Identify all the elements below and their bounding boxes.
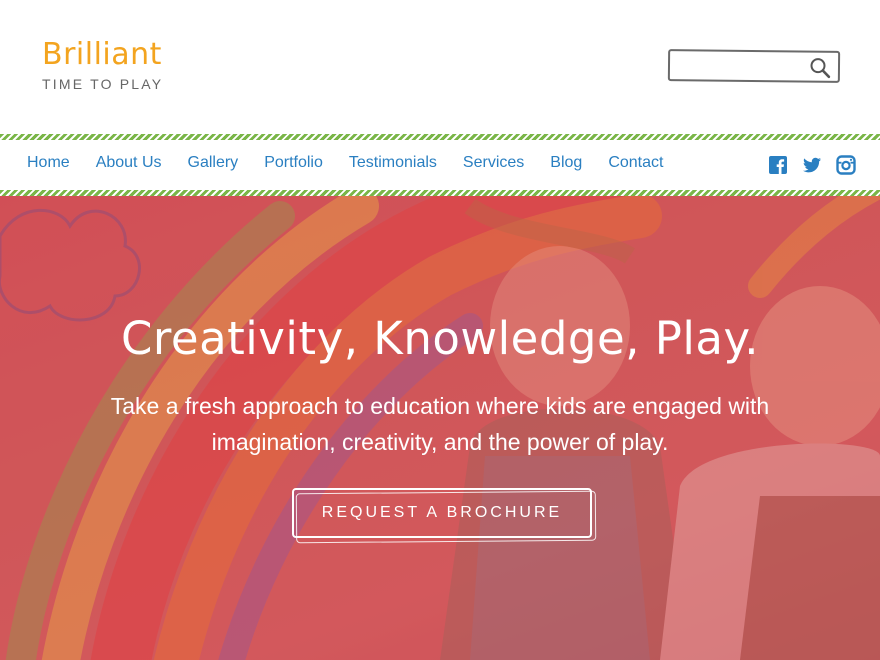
nav-item-testimonials[interactable]: Testimonials <box>349 154 437 172</box>
twitter-icon[interactable] <box>802 155 822 175</box>
hero-banner: Creativity, Knowledge, Play. Take a fres… <box>0 196 880 660</box>
search-input[interactable] <box>675 55 807 79</box>
facebook-icon[interactable] <box>768 155 788 175</box>
nav-item-portfolio[interactable]: Portfolio <box>264 154 323 172</box>
hero-subtitle: Take a fresh approach to education where… <box>110 393 770 455</box>
site-header: Brilliant TIME TO PLAY <box>0 0 880 134</box>
nav-item-blog[interactable]: Blog <box>550 154 582 172</box>
nav-item-contact[interactable]: Contact <box>608 154 663 172</box>
nav-divider-top <box>0 134 880 140</box>
logo-title: Brilliant <box>42 37 162 72</box>
search-icon[interactable] <box>808 56 832 80</box>
request-brochure-label: REQUEST A BROCHURE <box>321 504 563 521</box>
nav-item-about-us[interactable]: About Us <box>96 154 162 172</box>
search-box <box>667 49 841 83</box>
hero-title: Creativity, Knowledge, Play. <box>120 312 760 365</box>
nav-item-home[interactable]: Home <box>27 154 70 172</box>
site-logo[interactable]: Brilliant TIME TO PLAY <box>42 37 164 93</box>
logo-tagline: TIME TO PLAY <box>42 76 164 92</box>
nav-item-gallery[interactable]: Gallery <box>188 154 239 172</box>
request-brochure-button[interactable]: REQUEST A BROCHURE <box>292 488 592 538</box>
main-nav: Home About Us Gallery Portfolio Testimon… <box>0 134 880 196</box>
nav-item-services[interactable]: Services <box>463 154 524 172</box>
social-links <box>768 155 856 175</box>
instagram-icon[interactable] <box>836 155 856 175</box>
nav-menu: Home About Us Gallery Portfolio Testimon… <box>27 154 689 172</box>
